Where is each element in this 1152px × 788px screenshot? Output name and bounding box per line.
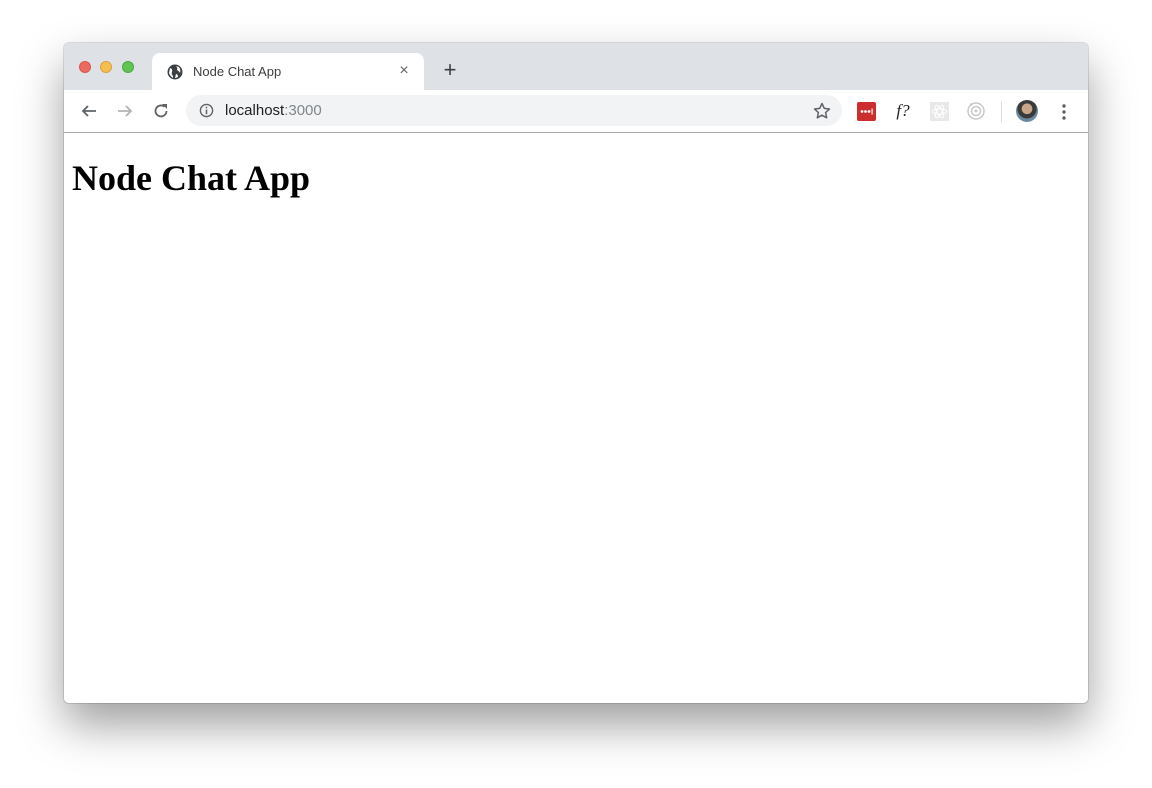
lastpass-extension[interactable] [856, 101, 876, 121]
address-bar[interactable]: localhost:3000 [186, 95, 842, 126]
globe-icon [167, 64, 183, 80]
url-host: localhost [225, 102, 285, 119]
fontface-ninja-extension[interactable]: f? [893, 101, 913, 121]
react-icon [929, 101, 949, 121]
window-close-button[interactable] [79, 61, 91, 73]
info-icon[interactable] [199, 103, 214, 118]
page-title: Node Chat App [72, 158, 311, 198]
tab-close-icon[interactable]: × [394, 61, 414, 81]
extension-target[interactable] [966, 101, 986, 121]
forward-button[interactable] [112, 98, 138, 124]
window-minimize-button[interactable] [100, 61, 112, 73]
browser-toolbar: localhost:3000 f? [64, 90, 1088, 133]
url-text[interactable]: localhost:3000 [225, 102, 322, 119]
reload-button[interactable] [148, 98, 174, 124]
browser-window: Node Chat App × + localhost:3000 f? Node… [64, 43, 1088, 703]
back-button[interactable] [76, 98, 102, 124]
star-icon[interactable] [812, 101, 832, 121]
toolbar-separator [1001, 102, 1002, 122]
kebab-menu-icon[interactable] [1054, 102, 1074, 122]
tab-node-chat-app[interactable]: Node Chat App × [152, 53, 424, 90]
arrow-right-icon [118, 105, 133, 117]
avatar[interactable] [1016, 100, 1038, 122]
reload-icon [154, 104, 168, 118]
page-content: Node Chat App [64, 133, 1088, 703]
new-tab-button[interactable]: + [438, 59, 462, 83]
url-port: :3000 [284, 102, 322, 119]
tab-strip: Node Chat App × + [64, 43, 1088, 90]
react-devtools-extension[interactable] [929, 101, 949, 121]
target-icon [967, 102, 985, 120]
tab-title: Node Chat App [193, 64, 282, 79]
lastpass-icon [856, 101, 876, 121]
arrow-left-icon [81, 105, 96, 117]
window-maximize-button[interactable] [122, 61, 134, 73]
